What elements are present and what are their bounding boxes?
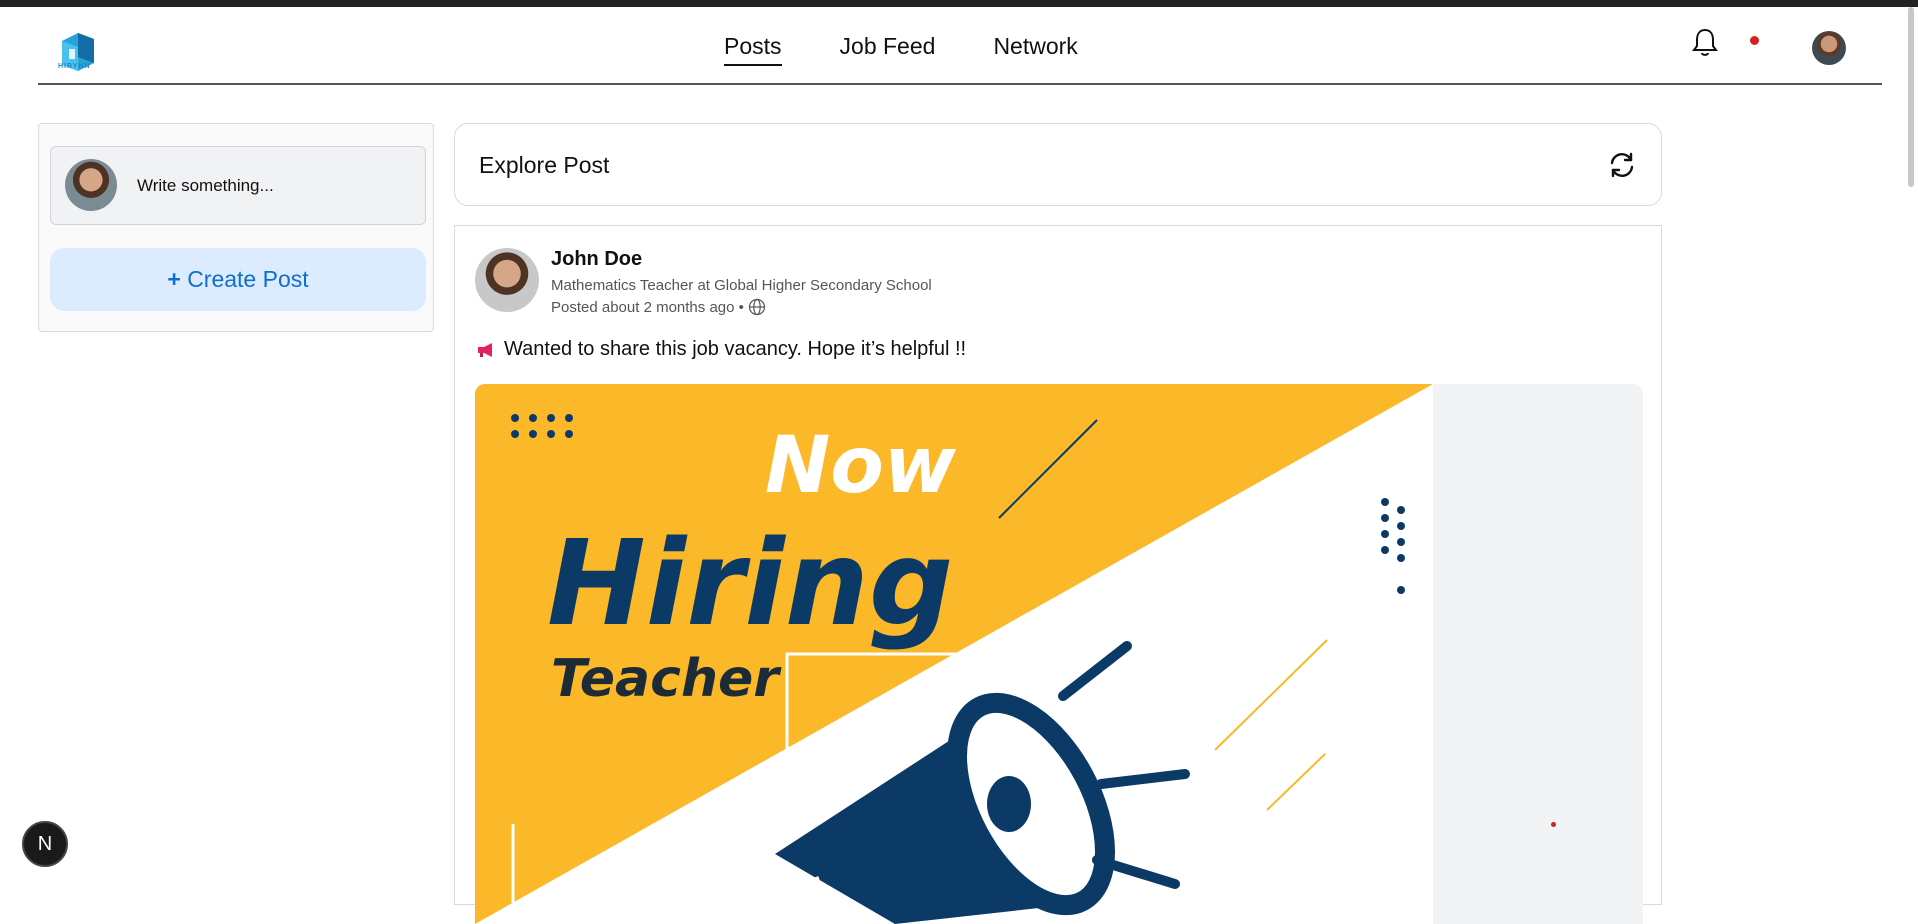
- create-post-button[interactable]: + Create Post: [50, 248, 426, 311]
- create-post-label: Create Post: [187, 266, 309, 292]
- nav-job-feed[interactable]: Job Feed: [840, 33, 936, 66]
- dev-tools-badge[interactable]: N: [22, 821, 68, 867]
- image-red-dot: [1551, 822, 1556, 827]
- user-avatar[interactable]: [1812, 31, 1846, 65]
- composer-avatar: [65, 159, 117, 211]
- post-time: Posted about 2 months ago •: [551, 298, 744, 316]
- bell-icon[interactable]: [1690, 26, 1720, 58]
- poster-teacher: Teacher: [551, 649, 782, 709]
- notification-dot: [1750, 36, 1759, 45]
- explore-header-card: Explore Post: [454, 123, 1662, 206]
- nav-network[interactable]: Network: [993, 33, 1077, 66]
- write-something-input[interactable]: Write something...: [50, 146, 426, 225]
- post-author-role: Mathematics Teacher at Global Higher Sec…: [551, 277, 932, 294]
- poster-now: Now: [765, 421, 957, 511]
- post-text: Wanted to share this job vacancy. Hope i…: [504, 338, 967, 360]
- site-header: HIRYNN Posts Job Feed Network: [38, 7, 1882, 85]
- composer-card: Write something... + Create Post: [38, 123, 434, 332]
- globe-icon: [748, 298, 765, 316]
- post-card: John Doe Mathematics Teacher at Global H…: [454, 225, 1662, 924]
- post-author-name[interactable]: John Doe: [551, 248, 642, 271]
- logo-text: HIRYNN: [58, 63, 91, 70]
- scrollbar[interactable]: [1908, 7, 1914, 187]
- explore-title: Explore Post: [479, 152, 610, 178]
- post-author-avatar[interactable]: [475, 248, 539, 312]
- poster-hiring: Hiring: [547, 514, 953, 652]
- hiring-poster: Now Hiring Teacher: [475, 384, 1433, 924]
- nav-posts[interactable]: Posts: [724, 33, 782, 66]
- write-placeholder: Write something...: [137, 176, 274, 195]
- window-top-bar: [0, 0, 1918, 7]
- refresh-icon[interactable]: [1607, 150, 1637, 180]
- post-image[interactable]: Now Hiring Teacher: [475, 384, 1643, 924]
- megaphone-icon: [478, 342, 492, 357]
- post-meta: Posted about 2 months ago •: [551, 298, 766, 316]
- main-nav: Posts Job Feed Network: [724, 33, 1078, 66]
- plus-icon: +: [167, 266, 188, 292]
- post-body: Wanted to share this job vacancy. Hope i…: [476, 338, 966, 361]
